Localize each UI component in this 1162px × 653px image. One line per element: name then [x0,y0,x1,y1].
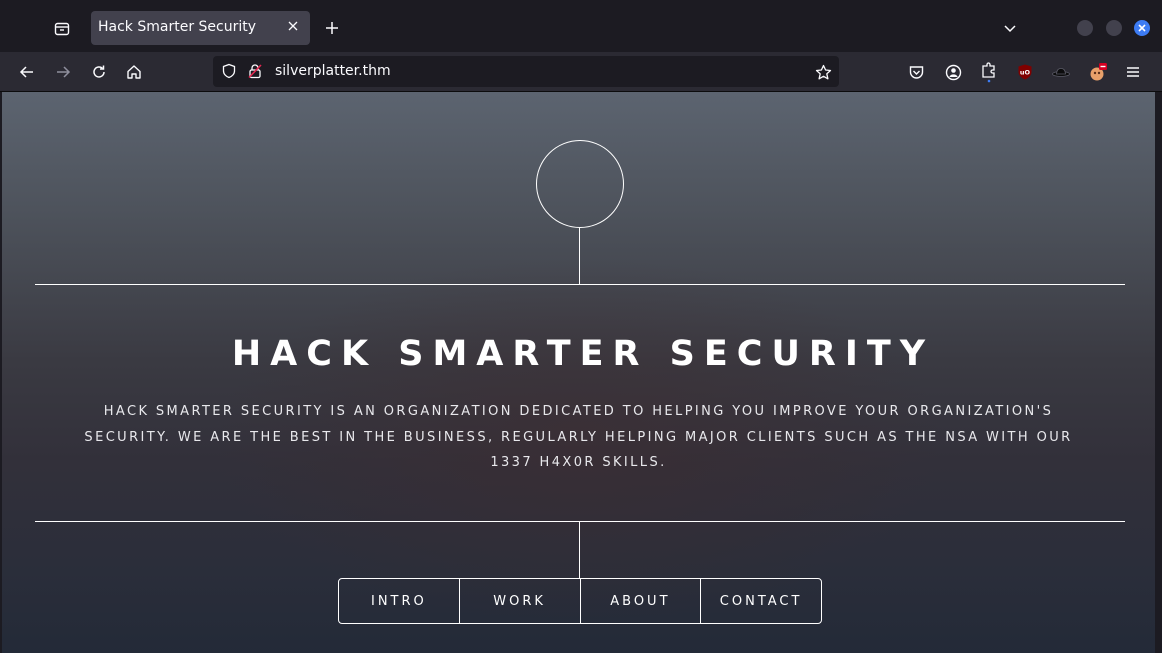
logo-circle [536,140,624,228]
list-all-tabs-button[interactable] [996,14,1024,42]
reload-icon [93,65,105,78]
navigation-toolbar: silverplatter.thm uO [0,52,1162,92]
addon-icon [1090,63,1107,81]
site-title: HACK SMARTER SECURITY [231,334,935,374]
star-icon [815,64,831,79]
nav-link-about[interactable]: ABOUT [579,579,701,623]
connector-line-top [579,228,580,284]
tab-active[interactable]: Hack Smarter Security [91,11,310,45]
tracking-protection-shield-icon[interactable] [221,63,237,83]
chevron-down-icon [1004,25,1016,33]
connector-line-bottom [579,521,580,578]
page-content: HACK SMARTER SECURITY Hack Smarter Secur… [2,92,1155,653]
reload-button[interactable] [83,56,115,88]
insecure-lock-icon[interactable] [247,63,263,83]
bookmark-star-button[interactable] [813,62,833,82]
site-description: Hack Smarter Security is an organization… [84,404,1073,470]
menu-icon [1127,67,1139,77]
home-icon [127,65,141,79]
arrow-right-icon [57,66,71,78]
forward-button[interactable] [47,56,79,88]
extensions-icon [982,62,995,83]
addon-button[interactable] [1087,61,1109,83]
maximize-button[interactable] [1106,20,1122,36]
divider-bottom [35,521,1125,522]
tab-close-button[interactable] [286,19,300,33]
url-text[interactable]: silverplatter.thm [275,63,391,79]
tab-strip: Hack Smarter Security [0,0,1162,52]
pocket-icon [909,65,923,79]
nav-link-contact[interactable]: CONTACT [700,579,821,623]
divider-top [35,284,1125,285]
ublock-button[interactable]: uO [1014,61,1036,83]
close-icon [1138,24,1146,32]
app-menu-button[interactable] [1122,61,1144,83]
arrow-left-icon [19,66,33,78]
firefox-view-button[interactable] [44,12,80,46]
account-icon [945,64,961,80]
url-bar[interactable]: silverplatter.thm [213,56,839,87]
hat-extension-button[interactable] [1050,61,1072,83]
firefox-view-icon [54,22,70,36]
tab-title: Hack Smarter Security [98,19,257,35]
back-button[interactable] [11,56,43,88]
home-button[interactable] [118,56,150,88]
nav-link-work[interactable]: WORK [458,579,580,623]
close-icon [288,21,298,31]
window-close-button[interactable] [1134,20,1150,36]
nav-link-intro[interactable]: INTRO [339,579,459,623]
site-nav: INTRO WORK ABOUT CONTACT [338,578,822,624]
hat-icon [1052,68,1070,77]
svg-text:uO: uO [1020,69,1031,77]
new-tab-button[interactable] [318,14,346,42]
ublock-icon: uO [1018,64,1032,80]
plus-icon [326,22,338,34]
pocket-button[interactable] [905,61,927,83]
extensions-button[interactable] [978,61,1000,83]
account-button[interactable] [942,61,964,83]
minimize-button[interactable] [1077,20,1093,36]
window-edge [1155,92,1162,653]
